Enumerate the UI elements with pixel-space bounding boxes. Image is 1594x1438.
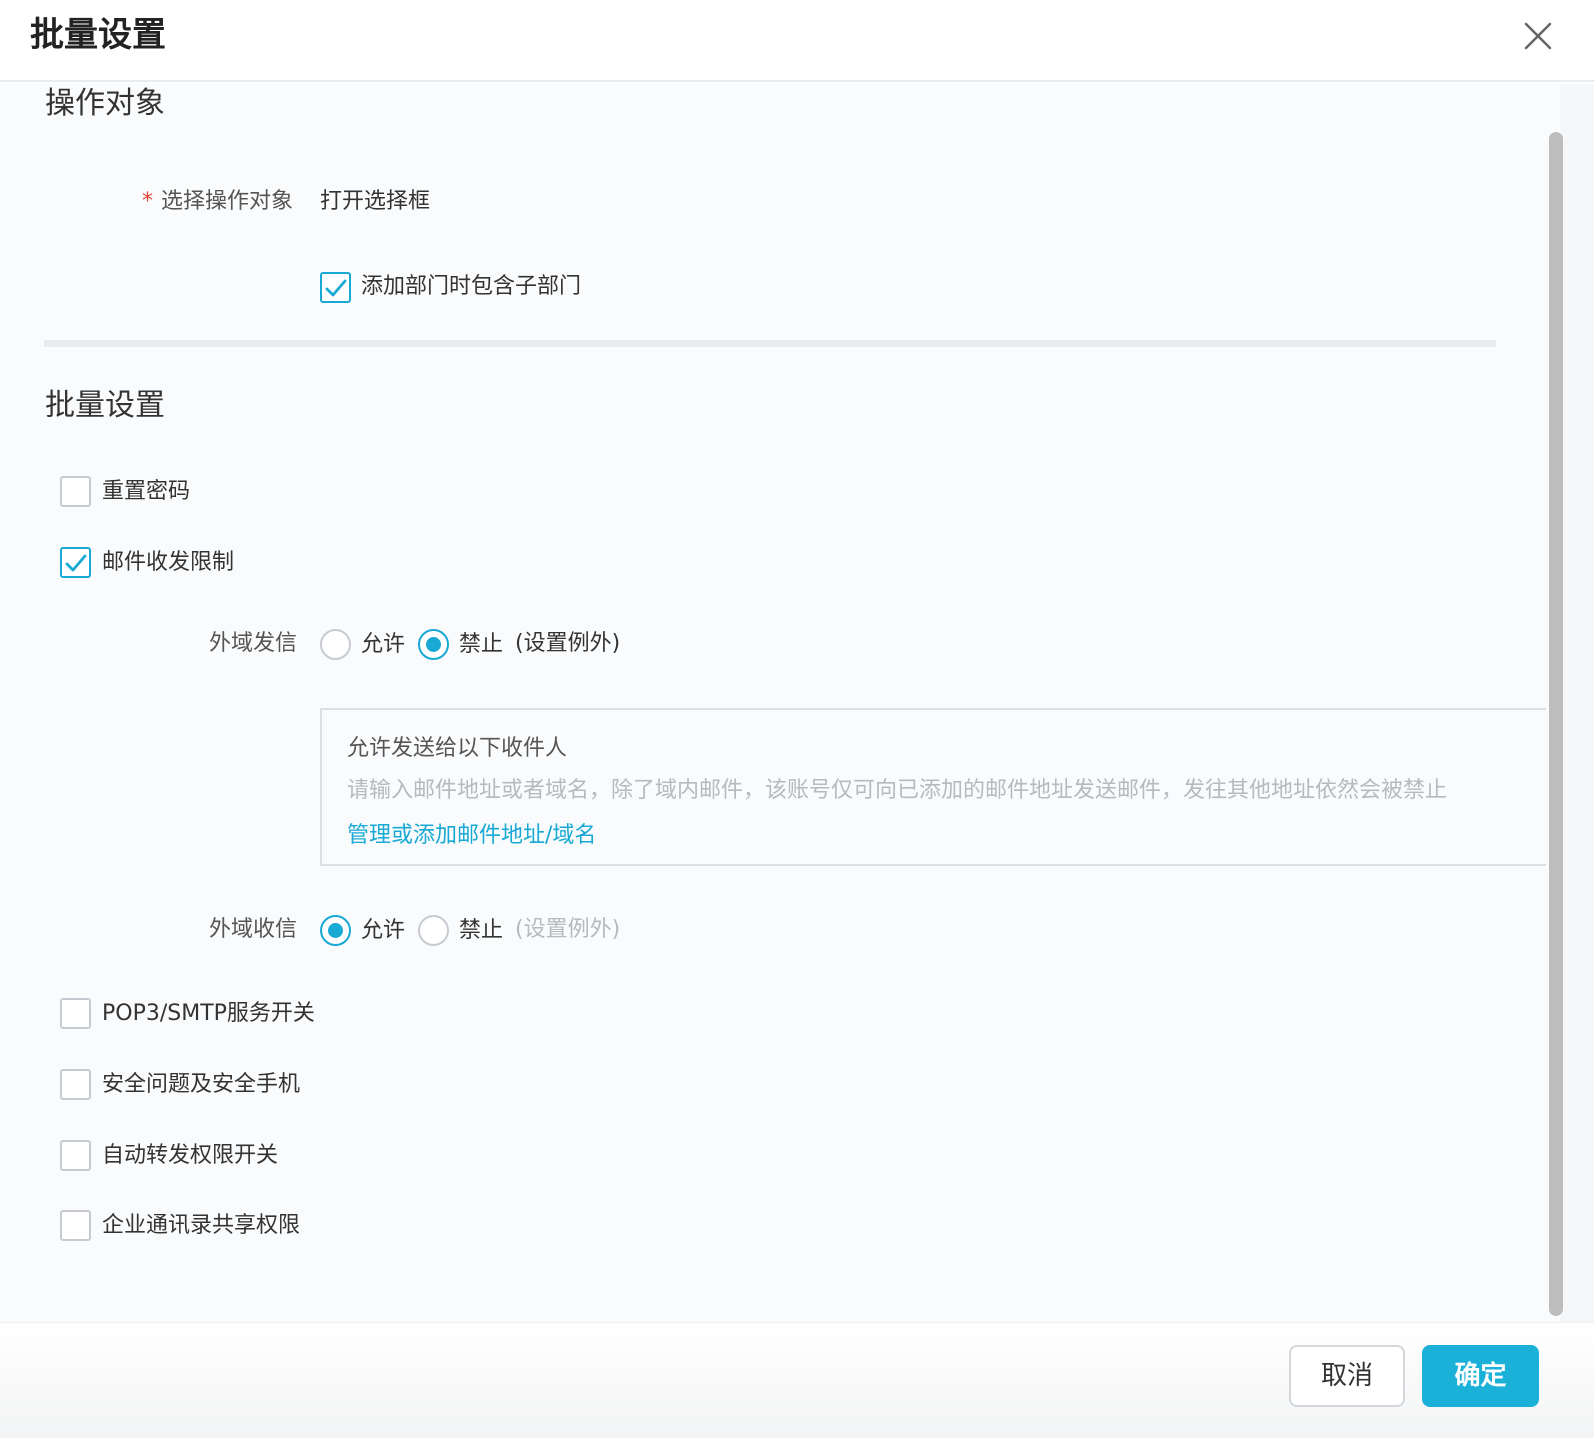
required-mark: *: [142, 189, 153, 214]
external-send-deny-radio[interactable]: [418, 629, 449, 660]
pop3-smtp-label: POP3/SMTP服务开关: [102, 1001, 315, 1026]
external-receive-exception-link: (设置例外): [515, 917, 621, 942]
auto-forward-checkbox[interactable]: [60, 1140, 91, 1171]
external-send-deny-label: 禁止: [459, 632, 504, 657]
external-receive-label: 外域收信: [209, 917, 298, 942]
send-exception-box: 允许发送给以下收件人 请输入邮件地址或者域名，除了域内邮件，该账号仅可向已添加的…: [320, 708, 1546, 866]
scrollbar-track[interactable]: [1560, 84, 1594, 1344]
section-title-batch: 批量设置: [45, 388, 165, 423]
security-question-checkbox[interactable]: [60, 1069, 91, 1100]
reset-password-checkbox[interactable]: [60, 476, 91, 507]
open-selector-link[interactable]: 打开选择框: [320, 187, 430, 217]
external-receive-deny-radio[interactable]: [418, 915, 449, 946]
mail-restriction-label: 邮件收发限制: [102, 550, 235, 575]
section-divider: [44, 340, 1496, 347]
checkmark-icon: [65, 554, 87, 572]
select-target-label-text: 选择操作对象: [161, 189, 294, 214]
external-receive-deny-label: 禁止: [459, 918, 504, 943]
address-book-share-label: 企业通讯录共享权限: [102, 1213, 301, 1238]
confirm-button[interactable]: 确定: [1422, 1345, 1539, 1407]
external-receive-allow-label: 允许: [361, 918, 406, 943]
mail-restriction-checkbox[interactable]: [60, 547, 91, 578]
address-book-share-checkbox[interactable]: [60, 1210, 91, 1241]
exception-box-title: 允许发送给以下收件人: [347, 736, 568, 761]
include-sub-departments-label: 添加部门时包含子部门: [361, 274, 582, 299]
external-send-exception-link[interactable]: (设置例外): [515, 629, 620, 659]
cancel-button[interactable]: 取消: [1289, 1345, 1405, 1407]
checkmark-icon: [325, 279, 347, 297]
security-question-label: 安全问题及安全手机: [102, 1072, 301, 1097]
dialog-footer: 取消 确定: [0, 1322, 1594, 1438]
radio-dot: [426, 637, 441, 652]
close-icon[interactable]: [1520, 18, 1556, 54]
pop3-smtp-checkbox[interactable]: [60, 998, 91, 1029]
include-sub-departments-checkbox[interactable]: [320, 272, 351, 303]
manage-addresses-link[interactable]: 管理或添加邮件地址/域名: [347, 821, 596, 851]
reset-password-label: 重置密码: [102, 479, 191, 504]
scrollbar-thumb[interactable]: [1549, 132, 1563, 1316]
dialog-header: 批量设置: [0, 0, 1594, 82]
radio-dot: [328, 923, 343, 938]
exception-box-hint: 请输入邮件地址或者域名，除了域内邮件，该账号仅可向已添加的邮件地址发送邮件，发往…: [347, 778, 1448, 803]
select-target-label: * 选择操作对象: [142, 187, 293, 217]
dialog-title: 批量设置: [30, 15, 166, 55]
dialog-body: 操作对象 * 选择操作对象 打开选择框 添加部门时包含子部门 批量设置 重置密码 …: [0, 84, 1560, 1344]
external-send-allow-radio[interactable]: [320, 629, 351, 660]
external-send-allow-label: 允许: [361, 632, 406, 657]
auto-forward-label: 自动转发权限开关: [102, 1143, 279, 1168]
section-title-target: 操作对象: [45, 86, 165, 121]
external-receive-allow-radio[interactable]: [320, 915, 351, 946]
external-send-label: 外域发信: [209, 631, 298, 656]
